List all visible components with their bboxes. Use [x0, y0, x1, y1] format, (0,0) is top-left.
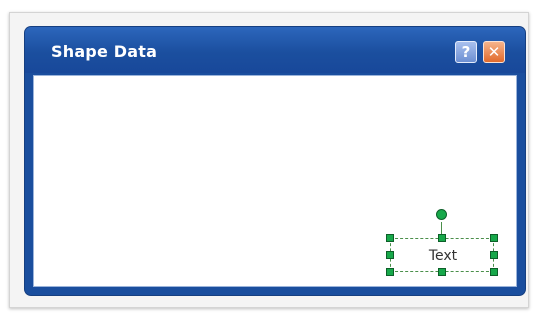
shape-data-dialog: Shape Data ? ✕ Text	[25, 27, 525, 295]
close-button[interactable]: ✕	[483, 41, 505, 63]
text-shape-selection[interactable]: Text	[390, 238, 494, 272]
drawing-area[interactable]: Text	[33, 75, 517, 287]
resize-handle-top-left[interactable]	[386, 234, 394, 242]
close-icon: ✕	[487, 43, 501, 61]
resize-handle-top-right[interactable]	[490, 234, 498, 242]
screenshot-canvas: Shape Data ? ✕ Text	[0, 0, 540, 318]
resize-handle-bottom-right[interactable]	[490, 268, 498, 276]
dialog-title: Shape Data	[51, 42, 158, 61]
resize-handle-middle-left[interactable]	[386, 251, 394, 259]
resize-handle-top-center[interactable]	[438, 234, 446, 242]
resize-handle-bottom-center[interactable]	[438, 268, 446, 276]
help-icon: ?	[461, 43, 471, 61]
dialog-titlebar[interactable]: Shape Data ? ✕	[25, 27, 525, 73]
help-button[interactable]: ?	[455, 41, 477, 63]
resize-handle-bottom-left[interactable]	[386, 268, 394, 276]
rotation-handle-icon[interactable]	[436, 209, 447, 220]
resize-handle-middle-right[interactable]	[490, 251, 498, 259]
